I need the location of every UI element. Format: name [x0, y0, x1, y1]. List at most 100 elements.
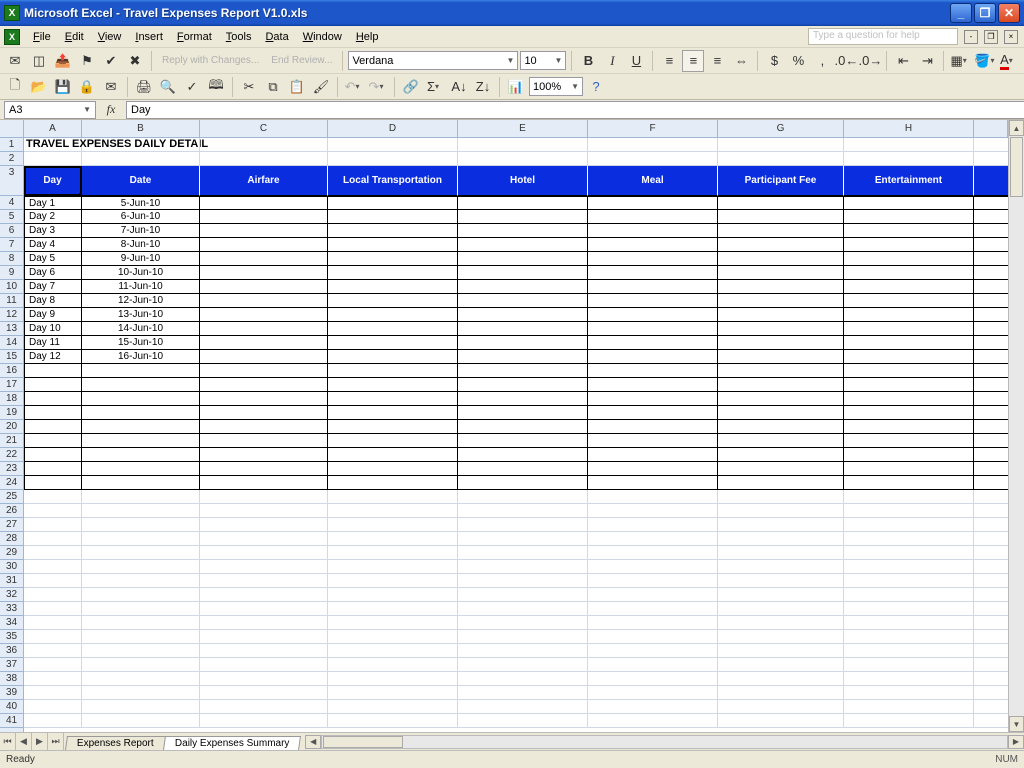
row-header-35[interactable]: 35	[0, 630, 23, 644]
table-row[interactable]	[24, 434, 1008, 448]
name-box[interactable]: A3▼	[4, 101, 96, 119]
row-header-16[interactable]: 16	[0, 364, 23, 378]
row-header-27[interactable]: 27	[0, 518, 23, 532]
row-header-41[interactable]: 41	[0, 714, 23, 728]
table-row[interactable]: Day 1216-Jun-10	[24, 350, 1008, 364]
row-header-17[interactable]: 17	[0, 378, 23, 392]
table-row[interactable]: Day 711-Jun-10	[24, 280, 1008, 294]
table-row[interactable]: Day 15-Jun-10	[24, 196, 1008, 210]
row-header-36[interactable]: 36	[0, 644, 23, 658]
empty-row[interactable]	[24, 560, 1008, 574]
comma-button[interactable]: ,	[811, 50, 833, 72]
spelling-button[interactable]: ✓	[181, 76, 203, 98]
row-header-38[interactable]: 38	[0, 672, 23, 686]
currency-button[interactable]: $	[763, 50, 785, 72]
formula-input[interactable]: Day	[126, 101, 1024, 119]
col-header-H[interactable]: H	[844, 120, 974, 137]
new-button[interactable]: 🗋	[4, 76, 26, 98]
menu-file[interactable]: File	[26, 29, 58, 45]
row-header-40[interactable]: 40	[0, 700, 23, 714]
sort-asc-button[interactable]: A↓	[448, 76, 470, 98]
empty-row[interactable]	[24, 588, 1008, 602]
row-header-34[interactable]: 34	[0, 616, 23, 630]
row-header-21[interactable]: 21	[0, 434, 23, 448]
tab-first-button[interactable]: ⏮	[0, 733, 16, 750]
row-header-19[interactable]: 19	[0, 406, 23, 420]
permission-button[interactable]: 🔒	[76, 76, 98, 98]
col-header-E[interactable]: E	[458, 120, 588, 137]
table-row[interactable]	[24, 392, 1008, 406]
menu-format[interactable]: Format	[170, 29, 219, 45]
row-header-20[interactable]: 20	[0, 420, 23, 434]
tab-next-button[interactable]: ▶	[32, 733, 48, 750]
redo-button[interactable]: ↷▾	[367, 76, 389, 98]
font-color-button[interactable]: A▾	[997, 50, 1019, 72]
horizontal-scroll-thumb[interactable]	[323, 736, 403, 748]
menu-data[interactable]: Data	[258, 29, 295, 45]
select-all-corner[interactable]	[0, 120, 24, 138]
undo-button[interactable]: ↶▾	[343, 76, 365, 98]
empty-row[interactable]	[24, 658, 1008, 672]
tab-prev-button[interactable]: ◀	[16, 733, 32, 750]
cut-button[interactable]: ✂	[238, 76, 260, 98]
italic-button[interactable]: I	[601, 50, 623, 72]
row-header-10[interactable]: 10	[0, 280, 23, 294]
save-button[interactable]: 💾	[52, 76, 74, 98]
col-header-B[interactable]: B	[82, 120, 200, 137]
table-row[interactable]: Day 610-Jun-10	[24, 266, 1008, 280]
increase-indent-button[interactable]: ⇥	[916, 50, 938, 72]
empty-row[interactable]	[24, 602, 1008, 616]
grid-cells[interactable]: TRAVEL EXPENSES DAILY DETAILDayDateAirfa…	[24, 138, 1008, 732]
underline-button[interactable]: U	[625, 50, 647, 72]
copy-button[interactable]: ⧉	[262, 76, 284, 98]
reject-change-icon[interactable]: ✖	[124, 50, 146, 72]
table-row[interactable]	[24, 364, 1008, 378]
table-header-row[interactable]: DayDateAirfareLocal TransportationHotelM…	[24, 166, 1008, 196]
row-header-7[interactable]: 7	[0, 238, 23, 252]
chart-wizard-button[interactable]: 📊	[505, 76, 527, 98]
sheet-tab-daily-expenses-summary[interactable]: Daily Expenses Summary	[163, 736, 301, 750]
row-header-6[interactable]: 6	[0, 224, 23, 238]
row-header-28[interactable]: 28	[0, 532, 23, 546]
align-center-button[interactable]: ≡	[682, 50, 704, 72]
borders-button[interactable]: ▦▾	[949, 50, 971, 72]
row-header-3[interactable]: 3	[0, 166, 23, 196]
empty-row[interactable]	[24, 644, 1008, 658]
row-header-23[interactable]: 23	[0, 462, 23, 476]
row-header-14[interactable]: 14	[0, 336, 23, 350]
row-header-33[interactable]: 33	[0, 602, 23, 616]
row-header-1[interactable]: 1	[0, 138, 23, 152]
empty-row[interactable]	[24, 714, 1008, 728]
table-row[interactable]: Day 59-Jun-10	[24, 252, 1008, 266]
column-headers[interactable]: ABCDEFGH	[24, 120, 1008, 138]
reviewing-pane-icon[interactable]: ◫	[28, 50, 50, 72]
empty-row[interactable]	[24, 616, 1008, 630]
row-header-18[interactable]: 18	[0, 392, 23, 406]
row-headers[interactable]: 1234567891011121314151617181920212223242…	[0, 138, 24, 732]
row-header-4[interactable]: 4	[0, 196, 23, 210]
empty-row[interactable]	[24, 518, 1008, 532]
paste-button[interactable]: 📋	[286, 76, 308, 98]
maximize-button[interactable]: ❐	[974, 3, 996, 23]
blank-row[interactable]	[24, 152, 1008, 166]
table-row[interactable]: Day 1014-Jun-10	[24, 322, 1008, 336]
vertical-scrollbar[interactable]: ▲ ▼	[1008, 120, 1024, 732]
empty-row[interactable]	[24, 504, 1008, 518]
open-button[interactable]: 📂	[28, 76, 50, 98]
empty-row[interactable]	[24, 546, 1008, 560]
col-header-D[interactable]: D	[328, 120, 458, 137]
accept-change-icon[interactable]: ✔	[100, 50, 122, 72]
increase-decimal-button[interactable]: .0←	[835, 50, 857, 72]
row-header-39[interactable]: 39	[0, 686, 23, 700]
col-header-F[interactable]: F	[588, 120, 718, 137]
table-row[interactable]: Day 48-Jun-10	[24, 238, 1008, 252]
row-header-11[interactable]: 11	[0, 294, 23, 308]
autosum-button[interactable]: Σ▾	[424, 76, 446, 98]
table-row[interactable]: Day 26-Jun-10	[24, 210, 1008, 224]
percent-button[interactable]: %	[787, 50, 809, 72]
scroll-down-button[interactable]: ▼	[1009, 716, 1024, 732]
row-header-26[interactable]: 26	[0, 504, 23, 518]
row-header-24[interactable]: 24	[0, 476, 23, 490]
hyperlink-button[interactable]: 🔗	[400, 76, 422, 98]
menu-window[interactable]: Window	[296, 29, 349, 45]
